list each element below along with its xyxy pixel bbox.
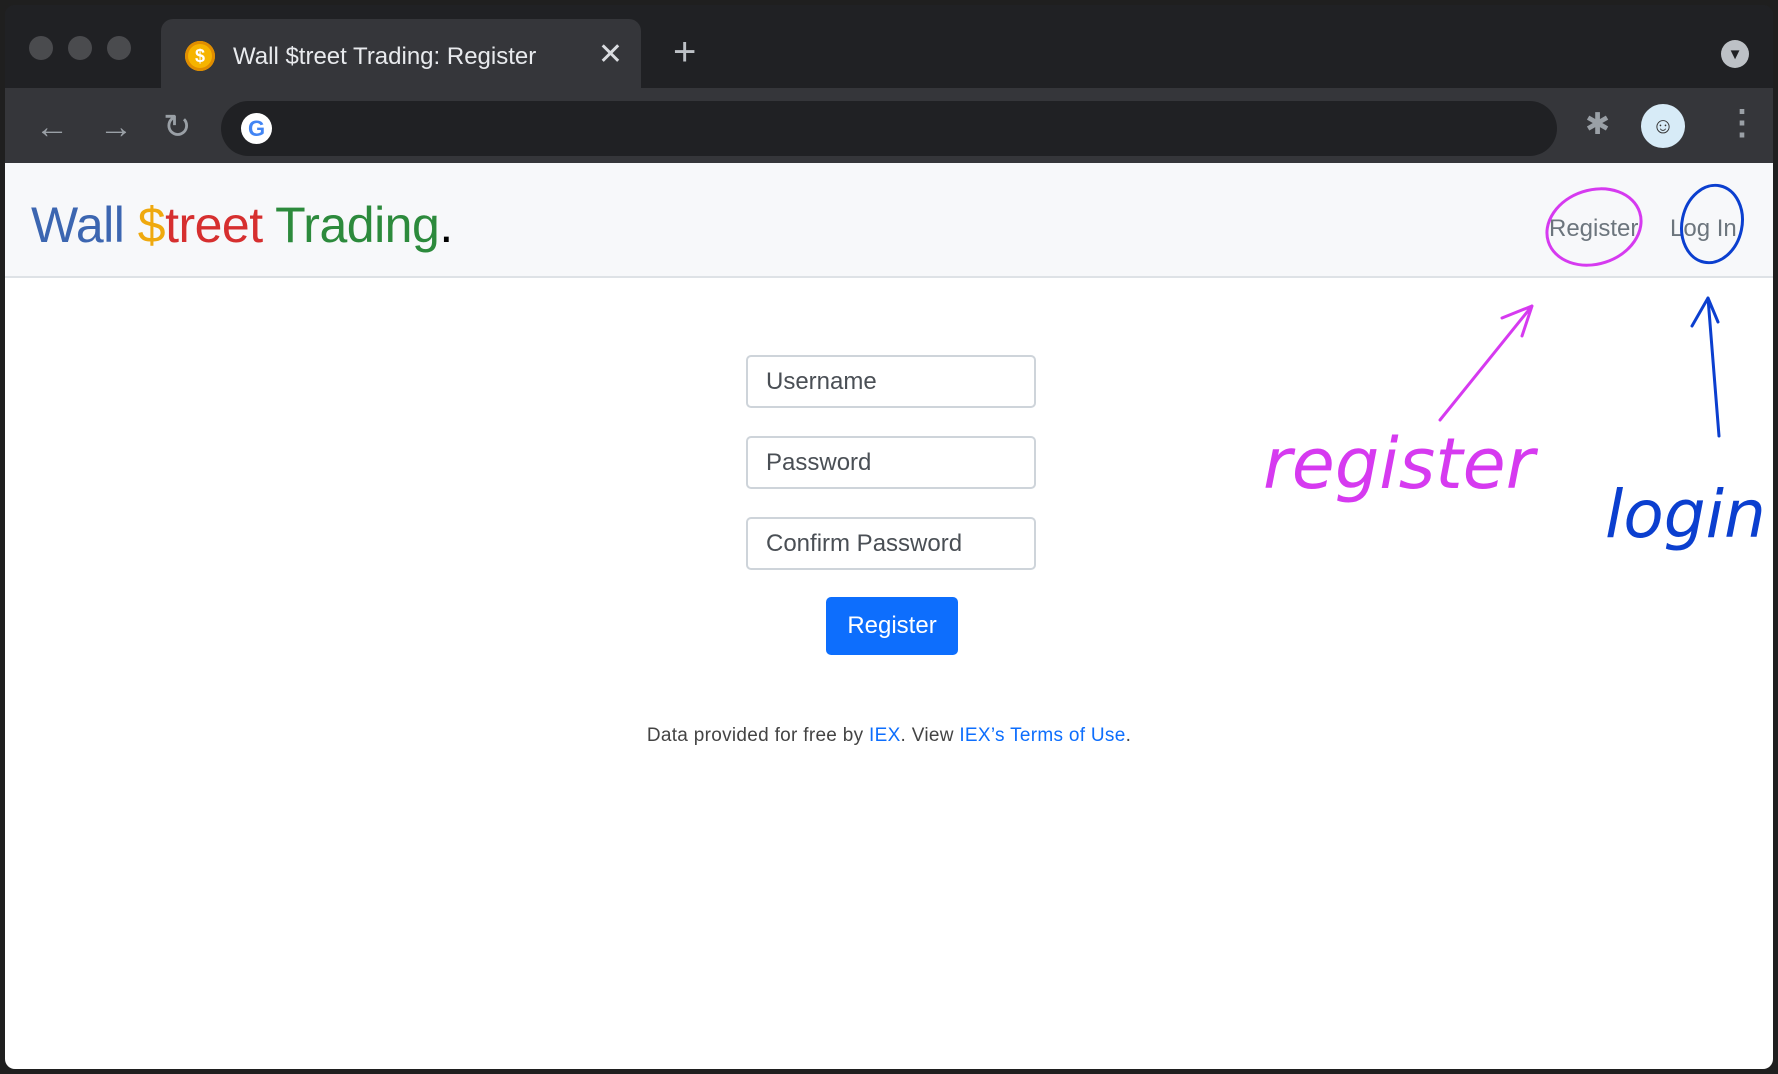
- minimize-window-button[interactable]: [68, 36, 92, 60]
- puzzle-piece-icon[interactable]: ✱: [1585, 110, 1610, 140]
- address-input[interactable]: [291, 101, 1535, 158]
- password-input[interactable]: [746, 436, 1036, 489]
- forward-arrow-icon[interactable]: →: [99, 110, 133, 144]
- browser-toolbar: ← → ↻ G ✱ ☺ ⋮: [5, 88, 1773, 163]
- brand-trading: Trading: [275, 197, 440, 253]
- confirm-password-input[interactable]: [746, 517, 1036, 570]
- brand-logo[interactable]: Wall $treet Trading.: [31, 197, 453, 253]
- close-icon[interactable]: ✕: [598, 38, 623, 72]
- three-dot-menu-icon[interactable]: ⋮: [1725, 106, 1759, 140]
- brand-dollar: $: [137, 197, 166, 253]
- close-window-button[interactable]: [29, 36, 53, 60]
- brand-dot: .: [439, 197, 453, 253]
- address-bar[interactable]: G: [221, 101, 1557, 158]
- nav-login-link[interactable]: Log In: [1670, 215, 1737, 243]
- new-tab-button[interactable]: +: [673, 32, 696, 72]
- profile-avatar-icon[interactable]: ☺: [1641, 104, 1685, 148]
- username-input[interactable]: [746, 355, 1036, 408]
- nav-register-link[interactable]: Register: [1549, 215, 1638, 243]
- back-arrow-icon[interactable]: ←: [35, 110, 69, 144]
- web-page: Wall $treet Trading. Register Log In Reg…: [5, 163, 1773, 1069]
- footer-text-1: Data provided for free by: [646, 725, 870, 746]
- browser-titlebar: $ Wall $treet Trading: Register ✕ + ▼: [5, 5, 1773, 88]
- active-tab[interactable]: $ Wall $treet Trading: Register ✕: [161, 19, 641, 88]
- reload-icon[interactable]: ↻: [163, 110, 192, 144]
- footer-text-3: .: [1125, 725, 1132, 746]
- maximize-window-button[interactable]: [107, 36, 131, 60]
- browser-window: $ Wall $treet Trading: Register ✕ + ▼ ← …: [5, 5, 1773, 1069]
- footer-attribution: Data provided for free by IEX. View IEX’…: [5, 725, 1773, 747]
- iex-link[interactable]: IEX: [869, 725, 901, 746]
- google-g-icon: G: [241, 113, 272, 144]
- register-submit-button[interactable]: Register: [826, 597, 958, 655]
- tab-title: Wall $treet Trading: Register: [233, 43, 537, 70]
- dollar-coin-icon: $: [185, 41, 215, 71]
- brand-treet: treet: [165, 197, 276, 253]
- iex-terms-link[interactable]: IEX’s Terms of Use: [959, 725, 1125, 746]
- brand-wall: Wall: [31, 197, 138, 253]
- tab-search-icon[interactable]: ▼: [1721, 40, 1749, 68]
- site-navbar: Wall $treet Trading. Register Log In: [5, 163, 1773, 278]
- footer-text-2: . View: [900, 725, 960, 746]
